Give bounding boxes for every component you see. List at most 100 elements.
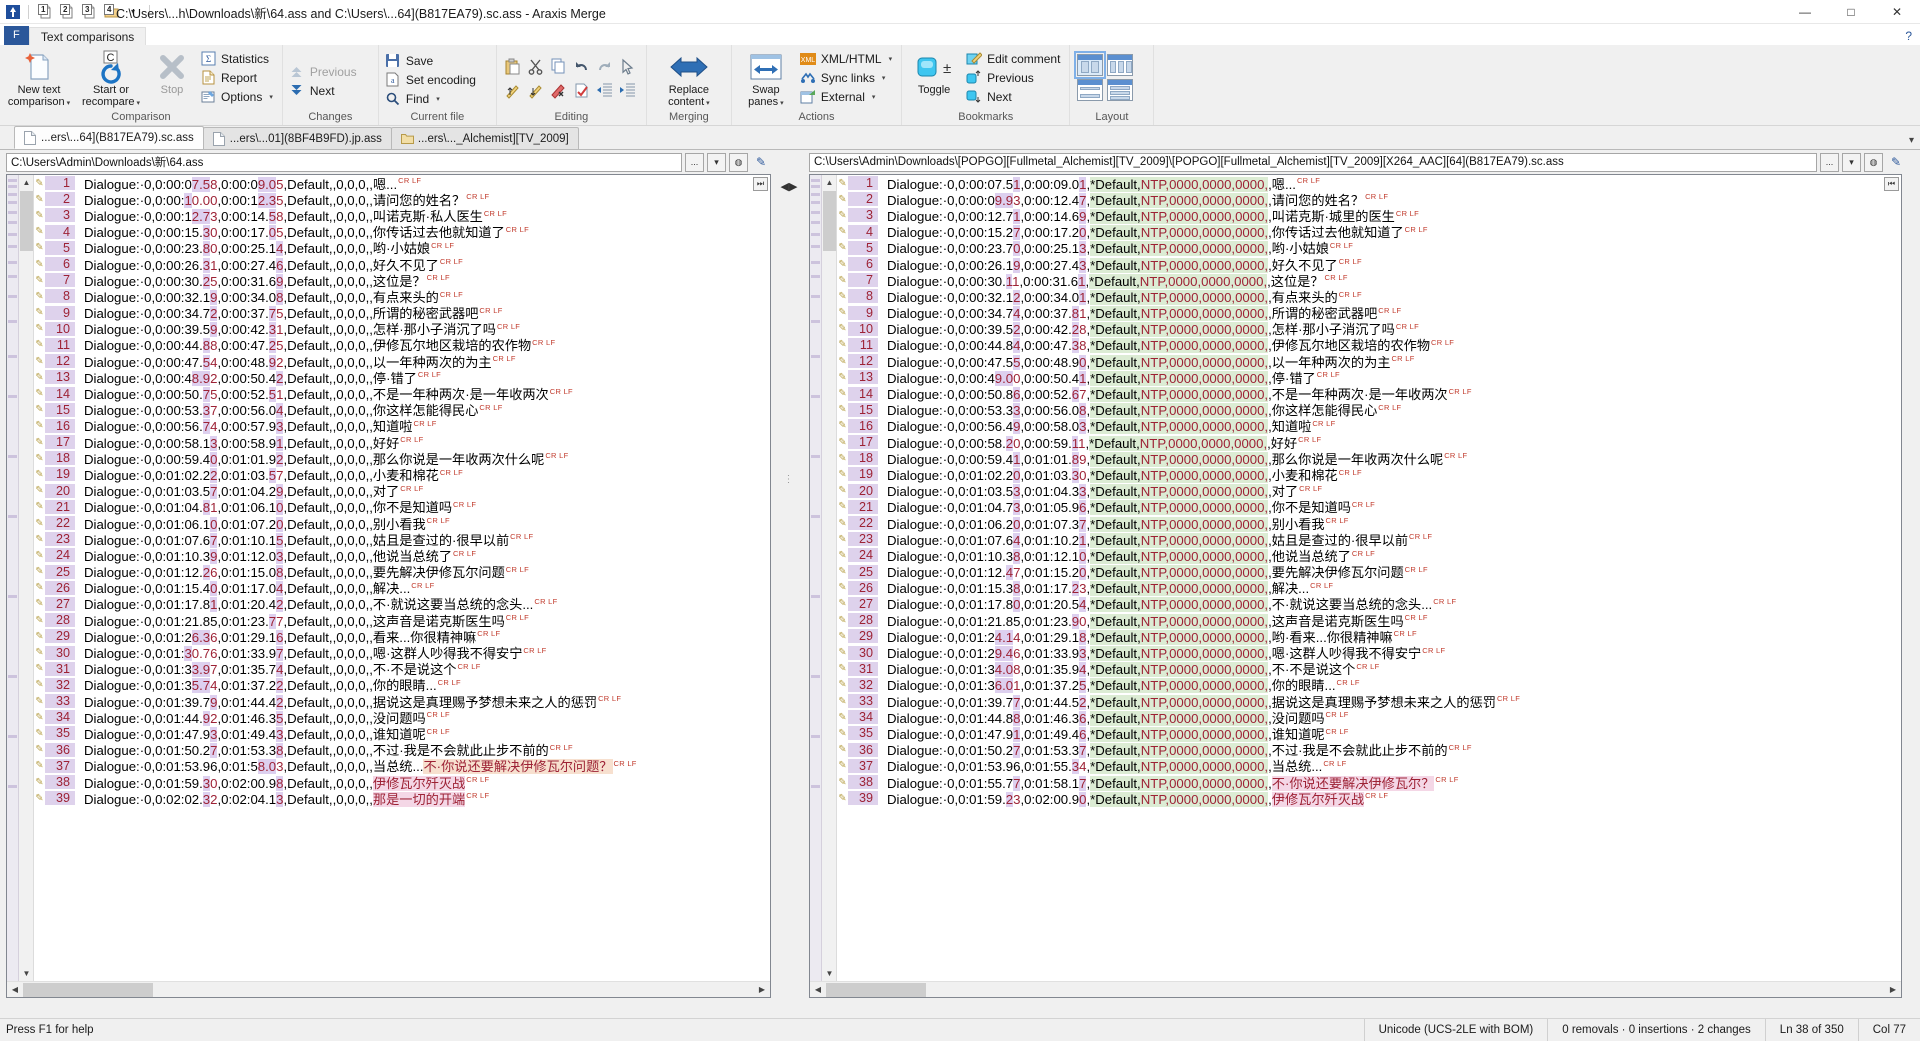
table-row[interactable]: ✎9Dialogue:·0,0:00:34.74,0:00:37.81,*Def… (837, 305, 1901, 321)
table-row[interactable]: ✎32Dialogue:·0,0:01:36.01,0:01:37.25,*De… (837, 677, 1901, 693)
indent-icon[interactable] (617, 79, 639, 101)
layout-three-pane-icon[interactable] (1107, 54, 1133, 76)
table-row[interactable]: ✎28Dialogue:·0,0:01:21.85,0:01:23.90,*De… (837, 612, 1901, 628)
table-row[interactable]: ✎35Dialogue:·0,0:01:47.93,0:01:49.43,Def… (34, 725, 770, 741)
report-button[interactable]: Report (197, 68, 279, 87)
left-edit-button[interactable]: ✎ (751, 153, 771, 172)
options-caret[interactable]: ▾ (269, 93, 273, 101)
left-change-map[interactable] (7, 175, 19, 997)
right-hscroll-right-arrow[interactable]: ▶ (1885, 982, 1901, 998)
table-row[interactable]: ✎3Dialogue:·0,0:00:12.71,0:00:14.69,*Def… (837, 207, 1901, 223)
doc-tab-0[interactable]: ...ers\...64](B817EA79).sc.ass (14, 126, 204, 149)
xml-html-button[interactable]: XML XML/HTML ▾ (797, 49, 898, 68)
minimize-button[interactable]: — (1782, 0, 1828, 24)
table-row[interactable]: ✎27Dialogue:·0,0:01:17.81,0:01:20.42,Def… (34, 596, 770, 612)
left-expand-button[interactable]: ⏭ (753, 177, 768, 191)
table-row[interactable]: ✎15Dialogue:·0,0:00:53.37,0:00:56.04,Def… (34, 402, 770, 418)
table-row[interactable]: ✎38Dialogue:·0,0:01:55.77,0:01:58.17,*De… (837, 774, 1901, 790)
table-row[interactable]: ✎18Dialogue:·0,0:00:59.41,0:01:01.89,*De… (837, 450, 1901, 466)
help-icon[interactable]: ? (1905, 29, 1912, 43)
qat-page-1-button[interactable]: 1 (35, 2, 55, 22)
redo-icon[interactable] (594, 55, 616, 77)
right-change-map[interactable] (810, 175, 822, 997)
table-row[interactable]: ✎15Dialogue:·0,0:00:53.33,0:00:56.08,*De… (837, 402, 1901, 418)
toggle-bookmark-button[interactable]: ± Toggle (905, 47, 963, 96)
table-row[interactable]: ✎19Dialogue:·0,0:01:02.20,0:01:03.30,*De… (837, 466, 1901, 482)
edit-down-icon[interactable] (525, 79, 547, 101)
sync-links-caret[interactable]: ▾ (882, 74, 886, 82)
table-row[interactable]: ✎25Dialogue:·0,0:01:12.47,0:01:15.20,*De… (837, 564, 1901, 580)
table-row[interactable]: ✎27Dialogue:·0,0:01:17.80,0:01:20.54,*De… (837, 596, 1901, 612)
set-encoding-button[interactable]: a Set encoding (382, 70, 482, 89)
left-hscroll-track[interactable] (23, 982, 754, 998)
table-row[interactable]: ✎24Dialogue:·0,0:01:10.38,0:01:12.10,*De… (837, 547, 1901, 563)
table-row[interactable]: ✎23Dialogue:·0,0:01:07.64,0:01:10.21,*De… (837, 531, 1901, 547)
table-row[interactable]: ✎38Dialogue:·0,0:01:59.30,0:02:00.98,Def… (34, 774, 770, 790)
table-row[interactable]: ✎2Dialogue:·0,0:00:09.93,0:00:12.47,*Def… (837, 191, 1901, 207)
new-text-comparison-caret[interactable]: ▾ (67, 100, 71, 107)
left-vertical-scrollbar[interactable]: ▲ ▼ (19, 175, 34, 997)
table-row[interactable]: ✎19Dialogue:·0,0:01:02.22,0:01:03.57,Def… (34, 466, 770, 482)
find-button[interactable]: Find ▾ (382, 89, 482, 108)
right-editor[interactable]: ▲ ▼ ⏮ ✎1Dialogue:·0,0:00:07.51,0:00:09.0… (810, 175, 1901, 997)
table-row[interactable]: ✎23Dialogue:·0,0:01:07.67,0:01:10.15,Def… (34, 531, 770, 547)
right-scroll-down-arrow[interactable]: ▼ (822, 966, 837, 981)
left-browse-button[interactable]: ... (685, 153, 704, 172)
undo-icon[interactable] (571, 55, 593, 77)
table-row[interactable]: ✎14Dialogue:·0,0:00:50.75,0:00:52.51,Def… (34, 385, 770, 401)
line-text[interactable]: Dialogue:·0,0:01:59.23,0:02:00.90,*Defau… (878, 789, 1388, 808)
table-row[interactable]: ✎3Dialogue:·0,0:00:12.73,0:00:14.58,Defa… (34, 207, 770, 223)
left-hscroll-left-arrow[interactable]: ◀ (7, 982, 23, 998)
start-or-recompare-button[interactable]: C Start or recompare▾ (75, 47, 147, 110)
table-row[interactable]: ✎11Dialogue:·0,0:00:44.88,0:00:47.25,Def… (34, 337, 770, 353)
layout-stacked-three-icon[interactable] (1107, 79, 1133, 101)
clear-formatting-icon[interactable] (548, 79, 570, 101)
right-edit-button[interactable]: ✎ (1886, 153, 1906, 172)
table-row[interactable]: ✎26Dialogue:·0,0:01:15.40,0:01:17.04,Def… (34, 580, 770, 596)
right-path-input[interactable]: C:\Users\Admin\Downloads\[POPGO][Fullmet… (809, 153, 1817, 172)
table-row[interactable]: ✎32Dialogue:·0,0:01:35.74,0:01:37.22,Def… (34, 677, 770, 693)
table-row[interactable]: ✎31Dialogue:·0,0:01:33.97,0:01:35.74,Def… (34, 661, 770, 677)
table-row[interactable]: ✎8Dialogue:·0,0:00:32.19,0:00:34.08,Defa… (34, 288, 770, 304)
table-row[interactable]: ✎16Dialogue:·0,0:00:56.49,0:00:58.03,*De… (837, 418, 1901, 434)
sync-links-button[interactable]: Sync links ▾ (797, 68, 898, 87)
right-path-dropdown[interactable]: ▾ (1842, 153, 1861, 172)
table-row[interactable]: ✎5Dialogue:·0,0:00:23.80,0:00:25.14,Defa… (34, 240, 770, 256)
right-horizontal-scrollbar[interactable]: ◀ ▶ (810, 981, 1901, 997)
left-scroll-up-arrow[interactable]: ▲ (19, 175, 34, 190)
table-row[interactable]: ✎12Dialogue:·0,0:00:47.55,0:00:48.90,*De… (837, 353, 1901, 369)
swap-panes-button[interactable]: Swap panes▾ (735, 47, 797, 110)
cut-icon[interactable] (525, 55, 547, 77)
left-editor[interactable]: ▲ ▼ ⏭ ✎1Dialogue:·0,0:00:07.58,0:00:09.0… (7, 175, 770, 997)
table-row[interactable]: ✎9Dialogue:·0,0:00:34.72,0:00:37.75,Defa… (34, 305, 770, 321)
left-hscroll-right-arrow[interactable]: ▶ (754, 982, 770, 998)
table-row[interactable]: ✎29Dialogue:·0,0:01:26.36,0:01:29.16,Def… (34, 628, 770, 644)
table-row[interactable]: ✎6Dialogue:·0,0:00:26.31,0:00:27.46,Defa… (34, 256, 770, 272)
statistics-button[interactable]: Σ Statistics (197, 49, 279, 68)
table-row[interactable]: ✎33Dialogue:·0,0:01:39.79,0:01:44.42,Def… (34, 693, 770, 709)
left-horizontal-scrollbar[interactable]: ◀ ▶ (7, 981, 770, 997)
table-row[interactable]: ✎36Dialogue:·0,0:01:50.27,0:01:53.37,*De… (837, 742, 1901, 758)
copy-icon[interactable] (548, 55, 570, 77)
right-browse-button[interactable]: ... (1820, 153, 1839, 172)
table-row[interactable]: ✎7Dialogue:·0,0:00:30.25,0:00:31.69,Defa… (34, 272, 770, 288)
table-row[interactable]: ✎29Dialogue:·0,0:01:24.14,0:01:29.18,*De… (837, 628, 1901, 644)
table-row[interactable]: ✎28Dialogue:·0,0:01:21.85,0:01:23.77,Def… (34, 612, 770, 628)
layout-two-pane-icon[interactable] (1077, 54, 1103, 76)
right-hscroll-left-arrow[interactable]: ◀ (810, 982, 826, 998)
layout-stacked-two-icon[interactable] (1077, 79, 1103, 101)
table-row[interactable]: ✎16Dialogue:·0,0:00:56.74,0:00:57.93,Def… (34, 418, 770, 434)
save-button[interactable]: Save (382, 51, 482, 70)
table-row[interactable]: ✎10Dialogue:·0,0:00:39.59,0:00:42.31,Def… (34, 321, 770, 337)
table-row[interactable]: ✎17Dialogue:·0,0:00:58.13,0:00:58.91,Def… (34, 434, 770, 450)
table-row[interactable]: ✎33Dialogue:·0,0:01:39.77,0:01:44.52,*De… (837, 693, 1901, 709)
table-row[interactable]: ✎7Dialogue:·0,0:00:30.11,0:00:31.61,*Def… (837, 272, 1901, 288)
tabs-scroll-dropdown[interactable]: ▾ (1909, 135, 1914, 146)
table-row[interactable]: ✎4Dialogue:·0,0:00:15.27,0:00:17.20,*Def… (837, 224, 1901, 240)
table-row[interactable]: ✎1Dialogue:·0,0:00:07.58,0:00:09.05,Defa… (34, 175, 770, 191)
close-button[interactable]: ✕ (1874, 0, 1920, 24)
outdent-icon[interactable] (594, 79, 616, 101)
replace-content-button[interactable]: Replace content▾ (650, 47, 728, 110)
table-row[interactable]: ✎17Dialogue:·0,0:00:58.20,0:00:59.11,*De… (837, 434, 1901, 450)
edit-comment-button[interactable]: Edit comment (963, 49, 1066, 68)
